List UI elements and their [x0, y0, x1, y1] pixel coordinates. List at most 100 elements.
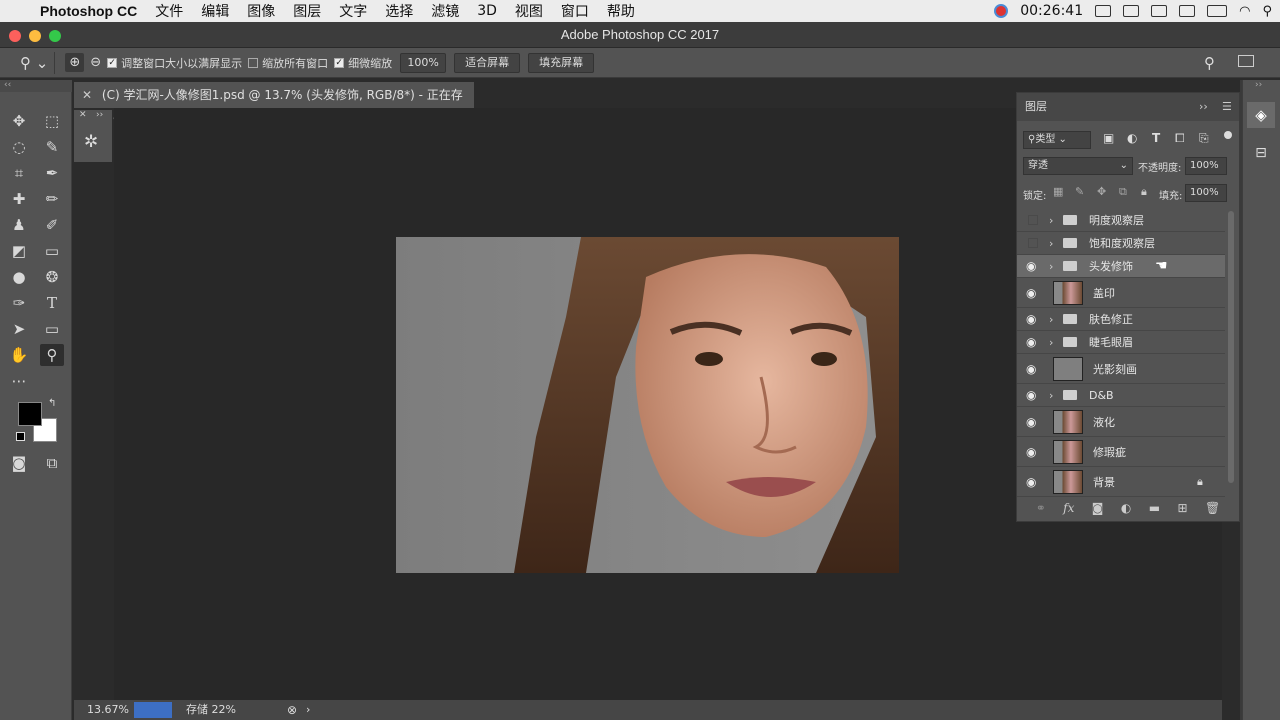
- foreground-color-swatch[interactable]: [18, 402, 42, 426]
- libraries-dock-icon[interactable]: ⊟: [1247, 140, 1275, 166]
- display-icon[interactable]: [1123, 5, 1140, 17]
- filter-toggle-icon[interactable]: [1224, 131, 1232, 139]
- lasso-tool-icon[interactable]: ◌: [7, 136, 31, 158]
- layer-row-blemish[interactable]: ◉ 修瑕疵: [1017, 437, 1225, 467]
- pen-tool-icon[interactable]: ✑: [7, 292, 31, 314]
- keyboard-icon[interactable]: [1179, 5, 1196, 17]
- filter-pixel-icon[interactable]: ▣: [1103, 131, 1114, 145]
- zoom-window-button[interactable]: [49, 30, 61, 42]
- move-tool-icon[interactable]: ✥: [7, 110, 31, 132]
- layer-row-dodge-burn[interactable]: ◉ › D&B: [1017, 384, 1225, 407]
- crop-tool-icon[interactable]: ⌗: [7, 162, 31, 184]
- layer-row-stamp[interactable]: ◉ 盖印: [1017, 278, 1225, 308]
- menu-window[interactable]: 窗口: [561, 1, 589, 21]
- filter-shape-icon[interactable]: ⧠: [1175, 131, 1185, 146]
- expand-group-icon[interactable]: ›: [1049, 336, 1053, 349]
- battery-icon[interactable]: [1207, 5, 1228, 17]
- recording-icon[interactable]: [994, 4, 1009, 18]
- menu-file[interactable]: 文件: [155, 1, 183, 21]
- filter-smart-object-icon[interactable]: ⎘: [1199, 131, 1209, 146]
- menu-help[interactable]: 帮助: [607, 1, 635, 21]
- new-layer-icon[interactable]: ⊞: [1178, 501, 1188, 515]
- expand-group-icon[interactable]: ›: [1049, 389, 1053, 402]
- fill-screen-button[interactable]: 填充屏幕: [528, 52, 595, 73]
- lock-artboard-icon[interactable]: ⧉: [1119, 185, 1127, 199]
- layers-scrollbar[interactable]: [1228, 211, 1234, 483]
- type-tool-icon[interactable]: T: [40, 292, 64, 314]
- collapse-panel-icon[interactable]: ››: [1199, 93, 1208, 121]
- zoom-all-windows-checkbox[interactable]: 缩放所有窗口: [248, 55, 328, 71]
- layer-row-skin-tone[interactable]: ◉ › 肤色修正: [1017, 308, 1225, 331]
- expand-group-icon[interactable]: ›: [1049, 260, 1053, 273]
- fill-field[interactable]: 100%: [1185, 184, 1227, 202]
- eye-icon[interactable]: ◉: [1026, 335, 1036, 349]
- panel-menu-icon[interactable]: ☰: [1222, 93, 1232, 121]
- eye-icon[interactable]: ◉: [1026, 312, 1036, 326]
- adjustment-layer-icon[interactable]: ◐: [1121, 501, 1131, 515]
- lock-icon[interactable]: 🔒︎: [1197, 475, 1203, 489]
- fit-screen-button[interactable]: 适合屏幕: [454, 52, 521, 73]
- history-brush-tool-icon[interactable]: ✐: [40, 214, 64, 236]
- dodge-tool-icon[interactable]: ❂: [40, 266, 64, 288]
- document-tab[interactable]: ✕ (C) 学汇网-人像修图1.psd @ 13.7% (头发修饰, RGB/8…: [74, 82, 474, 128]
- rectangle-tool-icon[interactable]: ▭: [40, 318, 64, 340]
- layer-filter-dropdown[interactable]: ⚲类型 ⌄: [1023, 131, 1091, 149]
- clock[interactable]: 00:26:41: [1020, 3, 1083, 19]
- visibility-off-icon[interactable]: [1028, 238, 1038, 248]
- zoom-tool-preset-icon[interactable]: ⚲ ⌄: [20, 54, 48, 72]
- layer-row-lashes-brows[interactable]: ◉ › 睫毛眼眉: [1017, 331, 1225, 354]
- more-tools-icon[interactable]: ⋯: [7, 370, 31, 392]
- layer-row-light-shadow[interactable]: ◉ 光影刻画: [1017, 354, 1225, 384]
- dock-collapse-icon[interactable]: ››: [1255, 80, 1262, 90]
- eyedropper-tool-icon[interactable]: ✒: [40, 162, 64, 184]
- close-window-button[interactable]: [9, 30, 21, 42]
- eye-icon[interactable]: ◉: [1026, 286, 1036, 300]
- visibility-off-icon[interactable]: [1028, 215, 1038, 225]
- menu-layer[interactable]: 图层: [293, 1, 321, 21]
- hand-tool-icon[interactable]: ✋: [7, 344, 31, 366]
- clone-stamp-tool-icon[interactable]: ♟: [7, 214, 31, 236]
- lock-all-icon[interactable]: 🔒︎: [1141, 185, 1147, 199]
- marquee-tool-icon[interactable]: ⬚: [40, 110, 64, 132]
- zoom-tool-icon[interactable]: ⚲: [40, 344, 64, 366]
- minimize-window-button[interactable]: [29, 30, 41, 42]
- lock-image-icon[interactable]: ✎: [1075, 185, 1084, 198]
- scrubby-zoom-checkbox[interactable]: ✓ 细微缩放: [334, 55, 392, 71]
- expand-group-icon[interactable]: ›: [1049, 237, 1053, 250]
- zoom-out-icon[interactable]: ⊖: [90, 55, 101, 70]
- gradient-tool-icon[interactable]: ▭: [40, 240, 64, 262]
- brush-tool-icon[interactable]: ✏: [40, 188, 64, 210]
- spotlight-icon[interactable]: ⚲: [1262, 4, 1272, 19]
- lock-position-icon[interactable]: ✥: [1097, 185, 1106, 198]
- navigator-icon[interactable]: ✲: [84, 132, 98, 152]
- expand-group-icon[interactable]: ›: [1049, 214, 1053, 227]
- zoom-level[interactable]: 13.67%: [87, 700, 129, 720]
- close-panel-icon[interactable]: ✕: [79, 110, 87, 120]
- search-icon[interactable]: ⚲: [1204, 54, 1215, 72]
- lock-transparent-icon[interactable]: ▦: [1053, 185, 1063, 198]
- swap-colors-icon[interactable]: ↰: [48, 398, 56, 409]
- workspace-icon[interactable]: [1238, 55, 1254, 67]
- layers-dock-icon[interactable]: ◈: [1247, 102, 1275, 128]
- eye-icon[interactable]: ◉: [1026, 259, 1036, 273]
- delete-layer-icon[interactable]: 🗑︎: [1205, 501, 1220, 515]
- link-layers-icon[interactable]: ⚭: [1036, 501, 1046, 515]
- battery-status-icon[interactable]: [1095, 5, 1112, 17]
- quick-selection-tool-icon[interactable]: ✎: [40, 136, 64, 158]
- zoom-value-field[interactable]: 100%: [400, 52, 447, 73]
- eye-icon[interactable]: ◉: [1026, 475, 1036, 489]
- menu-edit[interactable]: 编辑: [201, 1, 229, 21]
- menu-image[interactable]: 图像: [247, 1, 275, 21]
- eye-icon[interactable]: ◉: [1026, 445, 1036, 459]
- eye-icon[interactable]: ◉: [1026, 415, 1036, 429]
- layer-row-liquify[interactable]: ◉ 液化: [1017, 407, 1225, 437]
- layer-row-luminance[interactable]: › 明度观察层: [1017, 209, 1225, 232]
- healing-brush-tool-icon[interactable]: ✚: [7, 188, 31, 210]
- menu-type[interactable]: 文字: [339, 1, 367, 21]
- layer-row-saturation[interactable]: › 饱和度观察层: [1017, 232, 1225, 255]
- add-mask-icon[interactable]: ◙: [1092, 501, 1104, 515]
- new-group-icon[interactable]: ▬: [1149, 501, 1160, 515]
- blend-mode-dropdown[interactable]: 穿透 ⌄: [1023, 157, 1133, 175]
- screen-mode-icon[interactable]: ⧉: [40, 452, 64, 474]
- eye-icon[interactable]: ◉: [1026, 362, 1036, 376]
